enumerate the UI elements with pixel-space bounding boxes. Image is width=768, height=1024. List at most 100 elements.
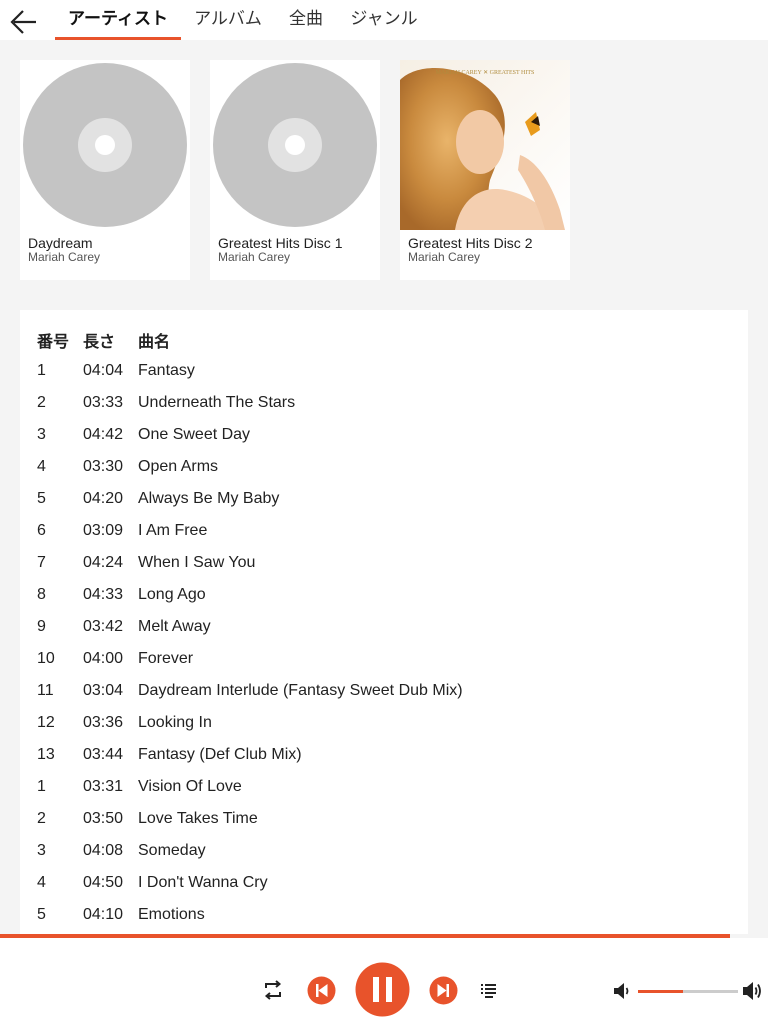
track-length: 03:36 [83,714,124,731]
track-name: Emotions [138,906,205,923]
track-row[interactable]: 1 04:04 Fantasy [20,362,748,394]
playlist-icon[interactable] [480,982,498,1000]
track-name: Underneath The Stars [138,394,296,411]
disc-placeholder-icon [213,63,377,227]
tab-album[interactable]: アルバム [186,0,270,40]
track-row[interactable]: 3 04:08 Someday [20,842,748,874]
tab-genre[interactable]: ジャンル [342,0,426,40]
track-number: 12 [37,714,55,731]
track-number: 4 [37,874,46,891]
track-row[interactable]: 6 03:09 I Am Free [20,522,748,554]
pause-icon[interactable] [355,962,410,1017]
track-length: 03:50 [83,810,124,827]
album-artist: Mariah Carey [408,250,481,264]
track-length: 03:44 [83,746,124,763]
track-number: 2 [37,810,46,827]
track-number: 1 [37,362,46,379]
album-title: Daydream [28,235,93,251]
track-number: 6 [37,522,46,539]
track-length: 03:31 [83,778,124,795]
track-row[interactable]: 3 04:42 One Sweet Day [20,426,748,458]
track-name: Always Be My Baby [138,490,280,507]
track-name: Fantasy (Def Club Mix) [138,746,302,763]
track-length: 04:20 [83,490,124,507]
volume-max-icon[interactable] [742,979,764,1003]
back-arrow-icon[interactable] [8,5,40,37]
track-row[interactable]: 10 04:00 Forever [20,650,748,682]
track-row[interactable]: 1 03:31 Vision Of Love [20,778,748,810]
track-name: One Sweet Day [138,426,251,443]
track-length: 04:42 [83,426,124,443]
disc-placeholder-icon [23,63,187,227]
track-row[interactable]: 12 03:36 Looking In [20,714,748,746]
track-row[interactable]: 7 04:24 When I Saw You [20,554,748,586]
track-row[interactable]: 11 03:04 Daydream Interlude (Fantasy Sweet… [20,682,748,714]
album-cover-lettering: MARIAH CAREY ✕ GREATEST HITS [436,70,535,76]
track-row[interactable]: 2 03:50 Love Takes Time [20,810,748,842]
track-row[interactable]: 5 04:20 Always Be My Baby [20,490,748,522]
track-length: 03:33 [83,394,124,411]
track-row[interactable]: 9 03:42 Melt Away [20,618,748,650]
album-title: Greatest Hits Disc 1 [218,235,343,251]
album-card-greatest-hits-disc-2[interactable]: MARIAH CAREY ✕ GREATEST HITS Greatest Hi… [400,60,570,280]
track-name: Open Arms [138,458,219,475]
track-list: 番号 長さ 曲名 1 04:04 Fantasy 2 03:33 Underneath T… [20,310,748,934]
track-number: 5 [37,490,46,507]
header-number: 番号 [37,334,70,351]
track-number: 3 [37,842,46,859]
tab-all-songs[interactable]: 全曲 [280,0,332,40]
repeat-icon[interactable] [262,979,284,1001]
next-icon[interactable] [429,976,458,1005]
header-name: 曲名 [138,334,171,351]
track-row[interactable]: 5 04:10 Emotions [20,906,748,934]
track-name: Someday [138,842,206,859]
track-length: 03:09 [83,522,124,539]
track-name: Vision Of Love [138,778,242,795]
track-length: 03:04 [83,682,124,699]
track-name: Fantasy [138,362,195,379]
track-row[interactable]: 4 04:50 I Don't Wanna Cry [20,874,748,906]
track-number: 7 [37,554,46,571]
track-number: 8 [37,586,46,603]
track-length: 04:10 [83,906,124,923]
active-tab-indicator [55,37,181,40]
track-row[interactable]: 8 04:33 Long Ago [20,586,748,618]
volume-slider[interactable] [638,990,738,993]
album-artist: Mariah Carey [218,250,291,264]
track-name: Forever [138,650,194,667]
track-name: Daydream Interlude (Fantasy Sweet Dub Mi… [138,682,463,699]
previous-icon[interactable] [307,976,336,1005]
track-number: 4 [37,458,46,475]
track-length: 04:00 [83,650,124,667]
album-card-daydream[interactable]: Daydream Mariah Carey [20,60,190,280]
volume-slider-fill [638,990,683,993]
track-number: 10 [37,650,55,667]
album-artist: Mariah Carey [28,250,101,264]
album-card-greatest-hits-disc-1[interactable]: Greatest Hits Disc 1 Mariah Carey [210,60,380,280]
track-number: 9 [37,618,46,635]
track-length: 03:42 [83,618,124,635]
track-number: 11 [37,682,54,699]
track-name: Looking In [138,714,212,731]
track-name: Long Ago [138,586,206,603]
track-row[interactable]: 13 03:44 Fantasy (Def Club Mix) [20,746,748,778]
track-length: 04:33 [83,586,124,603]
track-length: 04:08 [83,842,124,859]
track-number: 5 [37,906,46,923]
player-bar [0,938,768,1024]
track-row[interactable]: 4 03:30 Open Arms [20,458,748,490]
volume-icon[interactable] [612,981,632,1001]
track-number: 13 [37,746,55,763]
album-cover-art: MARIAH CAREY ✕ GREATEST HITS [400,60,570,230]
tab-artist[interactable]: アーティスト [55,0,181,40]
track-name: I Am Free [138,522,208,539]
track-length: 04:24 [83,554,124,571]
top-bar: アーティスト アルバム 全曲 ジャンル [0,0,768,40]
track-name: I Don't Wanna Cry [138,874,268,891]
track-name: Love Takes Time [138,810,258,827]
track-name: When I Saw You [138,554,256,571]
track-length: 03:30 [83,458,124,475]
track-length: 04:50 [83,874,124,891]
track-number: 1 [37,778,46,795]
track-row[interactable]: 2 03:33 Underneath The Stars [20,394,748,426]
